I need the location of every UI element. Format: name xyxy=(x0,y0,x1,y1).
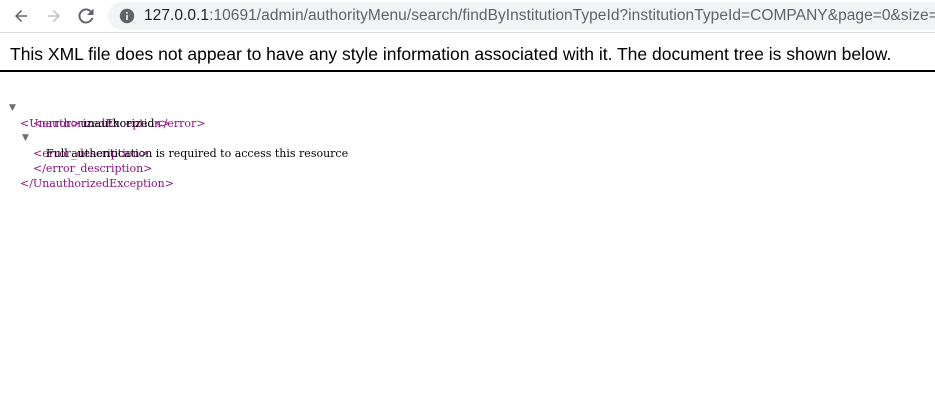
url-host: 127.0.0.1 xyxy=(144,7,210,24)
xml-close-tag: </UnauthorizedException> xyxy=(20,177,174,190)
xml-description-close-line: </error_description> xyxy=(0,146,935,175)
xml-description-open-line: ▼ <error_description> xyxy=(0,116,935,160)
reload-button[interactable] xyxy=(74,4,98,28)
forward-button[interactable] xyxy=(42,4,66,28)
xml-description-text-line: Full authentication is required to acces… xyxy=(0,131,935,160)
reload-icon xyxy=(78,8,94,24)
xml-tree: ▼ <UnauthorizedException> <error>unautho… xyxy=(0,86,935,190)
xml-root-open-line: ▼ <UnauthorizedException> xyxy=(0,86,935,130)
xml-style-notice: This XML file does not appear to have an… xyxy=(10,44,892,64)
arrow-left-icon xyxy=(15,10,27,22)
address-bar[interactable]: 127.0.0.1:10691/admin/authorityMenu/sear… xyxy=(108,2,935,30)
url-text[interactable]: 127.0.0.1:10691/admin/authorityMenu/sear… xyxy=(144,7,935,25)
back-button[interactable] xyxy=(9,4,33,28)
divider xyxy=(0,70,935,72)
browser-toolbar: 127.0.0.1:10691/admin/authorityMenu/sear… xyxy=(0,0,935,33)
xml-error-line: <error>unauthorized</error> xyxy=(0,101,935,130)
xml-root-close-line: </UnauthorizedException> xyxy=(0,161,935,190)
arrow-right-icon xyxy=(48,10,60,22)
url-path: :10691/admin/authorityMenu/search/findBy… xyxy=(209,7,935,24)
info-icon[interactable] xyxy=(119,8,135,24)
